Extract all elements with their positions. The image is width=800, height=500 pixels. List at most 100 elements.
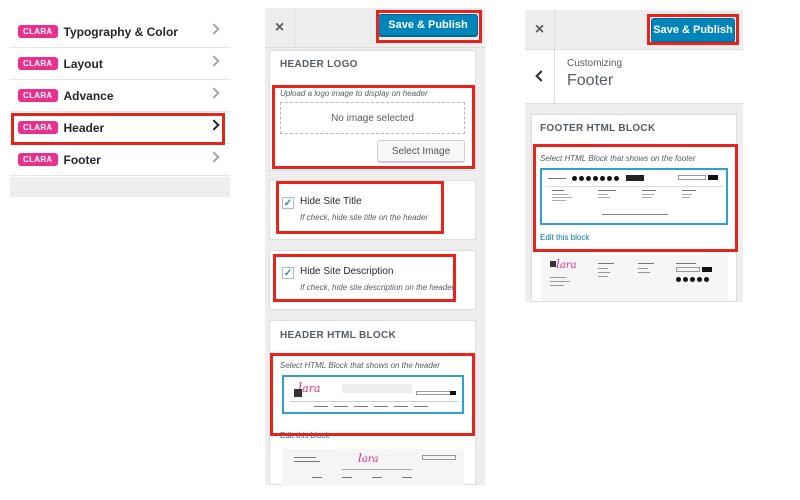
mini-text-line [552, 200, 566, 201]
section-label: Typography & Color [63, 24, 178, 39]
header-html-block-title: HEADER HTML BLOCK [280, 330, 397, 341]
section-layout[interactable]: CLARA Layout [10, 48, 230, 80]
mini-input [676, 267, 700, 272]
mini-social-icon [614, 176, 619, 181]
mini-text-line [552, 194, 568, 195]
mini-logo-mark [294, 389, 302, 397]
mini-col-head [552, 190, 564, 191]
mini-text-line [550, 277, 566, 278]
hide-site-description-card: ✓ Hide Site Description If check, hide s… [269, 250, 476, 310]
mini-logo-image: lara [556, 257, 577, 271]
footer-block-thumbnail[interactable] [540, 168, 728, 225]
mini-text-line [638, 272, 650, 273]
mini-nav-item [372, 477, 382, 478]
sections-list-footer [10, 177, 230, 197]
mini-social-icon [572, 176, 577, 181]
clara-badge: CLARA [18, 89, 58, 102]
header-html-block-description: Select HTML Block that shows on the head… [280, 361, 440, 370]
close-icon[interactable]: × [265, 8, 295, 48]
section-label: Footer [63, 152, 101, 167]
save-publish-button[interactable]: Save & Publish [378, 14, 478, 36]
mini-social-icon [593, 176, 598, 181]
header-block-option-thumbnail[interactable]: lara [282, 449, 464, 486]
mini-text-line [550, 281, 570, 282]
mini-text-line [550, 285, 564, 286]
back-button[interactable] [525, 50, 555, 104]
section-label: Header [63, 120, 105, 135]
edit-header-block-link[interactable]: Edit this block [280, 431, 329, 440]
select-image-button[interactable]: Select Image [377, 140, 465, 162]
footer-topbar: × Save & Publish [525, 10, 743, 50]
section-label: Advance [63, 88, 114, 103]
mini-text-line [598, 194, 608, 195]
mini-social-icon [579, 176, 584, 181]
mini-col-head [598, 190, 616, 191]
mini-social-icon [690, 277, 695, 282]
footer-block-option-thumbnail[interactable]: lara [542, 255, 728, 301]
section-header[interactable]: CLARA Header [10, 112, 230, 144]
mini-social-icon [676, 277, 681, 282]
save-publish-button[interactable]: Save & Publish [651, 18, 735, 42]
hide-site-title-checkbox[interactable]: ✓ [282, 197, 294, 209]
footer-html-block-description: Select HTML Block that shows on the foot… [540, 154, 696, 163]
mini-col-head [676, 263, 696, 264]
footer-html-block-title: FOOTER HTML BLOCK [540, 123, 656, 134]
mini-input [678, 175, 706, 180]
footer-customizer-panel: × Save & Publish Customizing Footer FOOT… [525, 10, 743, 302]
mini-nav-item [314, 406, 328, 407]
clara-badge: CLARA [18, 153, 58, 166]
mini-nav-item [334, 406, 348, 407]
mini-nav-item [342, 477, 352, 478]
chevron-right-icon [208, 87, 220, 99]
mini-col-head [682, 190, 696, 191]
chevron-right-icon [208, 119, 220, 131]
footer-section-header: Customizing Footer [525, 50, 743, 104]
chevron-right-icon [208, 55, 220, 67]
mini-social-icon [607, 176, 612, 181]
no-image-placeholder: No image selected [280, 102, 465, 134]
mini-social-icon [683, 277, 688, 282]
section-footer[interactable]: CLARA Footer [10, 144, 230, 176]
mini-text-line [682, 197, 690, 198]
mini-col-head [642, 190, 656, 191]
mini-text-line [638, 268, 648, 269]
mini-text-line [294, 461, 320, 462]
header-block-thumbnail[interactable]: lara [282, 375, 464, 414]
hide-site-description-checkbox[interactable]: ✓ [282, 267, 294, 279]
mini-social-icon [704, 277, 709, 282]
mini-nav-item [394, 406, 408, 407]
mini-text-line [598, 276, 608, 277]
mini-button [702, 267, 712, 272]
mini-col-head [638, 263, 654, 264]
mini-text-line [598, 197, 610, 198]
mini-search-field [422, 455, 456, 460]
mini-social-icon [586, 176, 591, 181]
mini-search-button [450, 391, 456, 395]
section-advance[interactable]: CLARA Advance [10, 80, 230, 112]
chevron-right-icon [208, 23, 220, 35]
section-typography-color[interactable]: CLARA Typography & Color [10, 16, 230, 48]
mini-copyright-line [602, 214, 668, 215]
mini-divider [290, 401, 458, 402]
section-title: Footer [567, 72, 614, 89]
close-icon[interactable]: × [525, 10, 555, 50]
breadcrumb: Customizing [567, 58, 623, 69]
mini-nav-item [402, 477, 412, 478]
mini-badge [626, 175, 644, 181]
header-html-block-card: HEADER HTML BLOCK Select HTML Block that… [269, 320, 476, 486]
clara-badge: CLARA [18, 121, 58, 134]
mini-text-line [642, 194, 654, 195]
mini-text-line [598, 272, 610, 273]
mini-text-line [682, 194, 692, 195]
chevron-left-icon [535, 70, 547, 82]
edit-footer-block-link[interactable]: Edit this block [540, 233, 589, 242]
clara-badge: CLARA [18, 25, 58, 38]
sections-list: CLARA Typography & Color CLARA Layout CL… [10, 16, 230, 196]
mini-logo-image: lara [358, 451, 379, 465]
mini-divider [546, 186, 724, 187]
mini-banner [342, 384, 412, 393]
mini-nav-item [374, 406, 388, 407]
hide-site-description-description: If check, hide site description on the h… [300, 283, 455, 292]
chevron-right-icon [208, 151, 220, 163]
mini-social-icon [600, 176, 605, 181]
